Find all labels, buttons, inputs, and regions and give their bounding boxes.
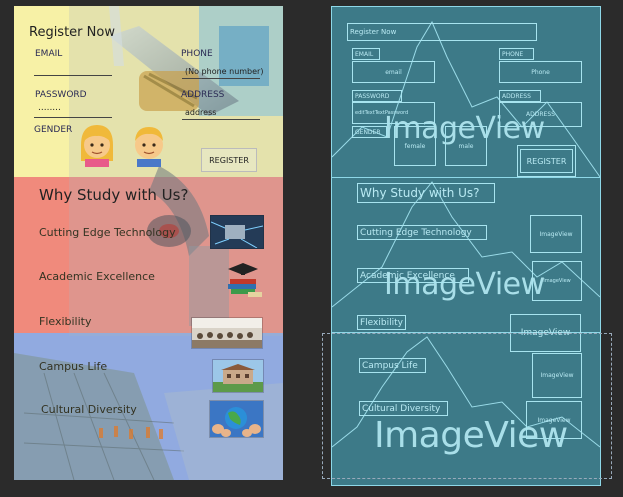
address-field[interactable]: address: [185, 108, 216, 117]
feature-campus-life: Campus Life: [39, 360, 108, 373]
bp-why-heading[interactable]: Why Study with Us?: [357, 183, 495, 203]
campus-building-icon: [212, 359, 264, 393]
blueprint-divider: [332, 177, 600, 178]
globe-hands-icon: [209, 400, 264, 438]
features-heading: Why Study with Us?: [39, 186, 189, 204]
feature-cultural-diversity: Cultural Diversity: [41, 403, 137, 416]
bp-academic[interactable]: Academic Excellence: [357, 268, 469, 283]
books-graduation-cap-icon: [224, 259, 262, 299]
bp-email-label[interactable]: EMAIL: [352, 48, 380, 60]
bp-password-label[interactable]: PASSWORD: [352, 90, 402, 102]
password-field[interactable]: ........: [38, 103, 61, 113]
male-avatar-icon[interactable]: [127, 121, 171, 167]
bp-imageview-2[interactable]: ImageView: [532, 261, 582, 301]
bp-cutting-edge[interactable]: Cutting Edge Technology: [357, 225, 487, 240]
password-label: PASSWORD: [35, 90, 87, 100]
feature-flexibility: Flexibility: [39, 315, 92, 328]
bp-register-button[interactable]: REGISTER: [517, 145, 576, 177]
phone-label: PHONE: [181, 49, 213, 59]
bp-address-field[interactable]: ADDRESS: [499, 102, 582, 127]
address-label: ADDRESS: [181, 90, 225, 100]
bp-female-image[interactable]: female: [394, 126, 436, 166]
bp-password-field[interactable]: editTextTextPassword: [352, 102, 435, 124]
feature-academic: Academic Excellence: [39, 270, 155, 283]
gender-label: GENDER: [34, 125, 73, 135]
classroom-photo-icon: [191, 317, 263, 349]
password-underline: [34, 117, 112, 118]
selection-outline: [322, 333, 612, 479]
bp-flexibility[interactable]: Flexibility: [357, 315, 406, 330]
form-title: Register Now: [29, 25, 115, 40]
bp-imageview-1[interactable]: ImageView: [530, 215, 582, 253]
register-button[interactable]: REGISTER: [201, 148, 257, 172]
email-field[interactable]: [34, 75, 112, 76]
address-underline: [182, 119, 260, 120]
email-label: EMAIL: [35, 49, 63, 59]
phone-field[interactable]: (No phone number): [185, 67, 263, 76]
bp-address-label[interactable]: ADDRESS: [499, 90, 541, 102]
bp-male-image[interactable]: male: [445, 126, 487, 166]
bp-register-button-inner[interactable]: REGISTER: [520, 149, 573, 173]
bp-phone-label[interactable]: PHONE: [499, 48, 534, 60]
female-avatar-icon[interactable]: [75, 121, 119, 167]
phone-underline: [182, 78, 260, 79]
design-preview: Register Now EMAIL PHONE (No phone numbe…: [14, 6, 283, 480]
bp-email-field[interactable]: email: [352, 61, 435, 83]
feature-cutting-edge: Cutting Edge Technology: [39, 226, 176, 239]
circuit-board-icon: [210, 215, 264, 249]
bp-gender-label[interactable]: GENDER: [352, 126, 387, 138]
bp-register-now[interactable]: Register Now: [347, 23, 537, 41]
bp-phone-field[interactable]: Phone: [499, 61, 582, 83]
